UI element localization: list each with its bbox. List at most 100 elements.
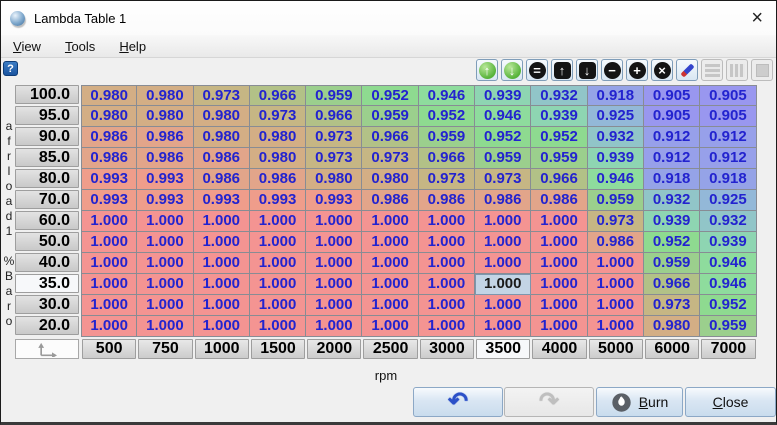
row-header[interactable]: 85.0 (15, 148, 79, 167)
table-cell[interactable]: 0.986 (194, 148, 250, 169)
table-cell[interactable]: 0.932 (531, 85, 587, 106)
col-header[interactable]: 5000 (589, 339, 643, 359)
row-header[interactable]: 20.0 (15, 316, 79, 335)
row-header[interactable]: 90.0 (15, 127, 79, 146)
table-cell[interactable]: 1.000 (137, 316, 193, 337)
table-cell[interactable]: 0.946 (419, 85, 475, 106)
table-cell[interactable]: 1.000 (250, 211, 306, 232)
table-cell[interactable]: 0.952 (362, 85, 418, 106)
table-cell[interactable]: 1.000 (362, 295, 418, 316)
table-cell[interactable]: 0.993 (81, 169, 137, 190)
undo-button[interactable]: ↶ (413, 387, 503, 417)
table-cell[interactable]: 0.966 (644, 274, 700, 295)
increase-button[interactable]: + (626, 59, 648, 81)
table-cell[interactable]: 0.973 (194, 85, 250, 106)
table-cell[interactable]: 0.973 (588, 211, 644, 232)
col-header[interactable]: 1500 (251, 339, 305, 359)
table-cell[interactable]: 0.952 (700, 295, 756, 316)
table-cell[interactable]: 1.000 (531, 295, 587, 316)
table-cell[interactable]: 0.932 (700, 211, 756, 232)
row-header[interactable]: 100.0 (15, 85, 79, 104)
table-cell[interactable]: 0.986 (81, 127, 137, 148)
table-cell[interactable]: 1.000 (306, 295, 362, 316)
table-cell[interactable]: 1.000 (194, 232, 250, 253)
table-cell[interactable]: 1.000 (194, 274, 250, 295)
shift-up-button[interactable]: ↑ (551, 59, 573, 81)
table-cell[interactable]: 1.000 (81, 274, 137, 295)
table-cell[interactable]: 0.912 (700, 148, 756, 169)
table-cell[interactable]: 1.000 (137, 253, 193, 274)
table-cell[interactable]: 1.000 (362, 253, 418, 274)
table-cell[interactable]: 0.946 (475, 106, 531, 127)
table-cell[interactable]: 0.912 (700, 127, 756, 148)
table-cell[interactable]: 0.973 (250, 106, 306, 127)
table-cell[interactable]: 1.000 (194, 316, 250, 337)
table-cell[interactable]: 0.959 (306, 85, 362, 106)
table-cell[interactable]: 0.993 (81, 190, 137, 211)
set-equal-button[interactable]: = (526, 59, 548, 81)
table-cell[interactable]: 0.980 (306, 169, 362, 190)
table-cell[interactable]: 1.000 (475, 316, 531, 337)
table-cell[interactable]: 0.932 (588, 127, 644, 148)
table-cell[interactable]: 0.959 (644, 253, 700, 274)
table-cell[interactable]: 0.986 (362, 190, 418, 211)
table-cell[interactable]: 1.000 (194, 211, 250, 232)
table-cell[interactable]: 0.980 (194, 106, 250, 127)
burn-button[interactable]: Burn (596, 387, 683, 417)
table-cell[interactable]: 0.973 (306, 148, 362, 169)
table-cell[interactable]: 0.993 (137, 190, 193, 211)
table-cell[interactable]: 0.959 (362, 106, 418, 127)
table-cell[interactable]: 1.000 (362, 232, 418, 253)
table-cell[interactable]: 0.966 (531, 169, 587, 190)
table-cell[interactable]: 0.939 (644, 211, 700, 232)
table-cell[interactable]: 1.000 (419, 295, 475, 316)
table-cell[interactable]: 1.000 (419, 253, 475, 274)
table-cell[interactable]: 1.000 (531, 211, 587, 232)
menu-item-view[interactable]: View (7, 36, 51, 57)
col-header[interactable]: 2500 (363, 339, 417, 359)
table-cell[interactable]: 0.966 (362, 127, 418, 148)
close-button[interactable]: Close (685, 387, 776, 417)
table-cell[interactable]: 1.000 (362, 316, 418, 337)
table-cell[interactable]: 1.000 (531, 253, 587, 274)
cancel-button[interactable]: × (651, 59, 673, 81)
table-cell[interactable]: 1.000 (306, 316, 362, 337)
table-cell[interactable]: 0.905 (644, 106, 700, 127)
table-cell[interactable]: 0.973 (362, 148, 418, 169)
table-cell[interactable]: 0.946 (700, 253, 756, 274)
table-cell[interactable]: 1.000 (475, 295, 531, 316)
table-cell[interactable]: 0.993 (306, 190, 362, 211)
table-cell[interactable]: 0.980 (250, 127, 306, 148)
table-cell[interactable]: 0.966 (306, 106, 362, 127)
table-cell[interactable]: 0.986 (137, 148, 193, 169)
table-cell[interactable]: 1.000 (475, 274, 531, 295)
table-cell[interactable]: 1.000 (419, 232, 475, 253)
row-header[interactable]: 35.0 (15, 274, 79, 293)
table-cell[interactable]: 1.000 (250, 253, 306, 274)
table-cell[interactable]: 0.905 (700, 85, 756, 106)
table-cell[interactable]: 1.000 (306, 232, 362, 253)
table-cell[interactable]: 0.959 (588, 190, 644, 211)
table-cell[interactable]: 0.980 (194, 127, 250, 148)
col-header[interactable]: 6000 (645, 339, 699, 359)
table-cell[interactable]: 1.000 (81, 211, 137, 232)
col-header[interactable]: 500 (82, 339, 136, 359)
table-cell[interactable]: 0.980 (250, 148, 306, 169)
table-cell[interactable]: 0.946 (700, 274, 756, 295)
table-cell[interactable]: 0.959 (700, 316, 756, 337)
table-cell[interactable]: 0.966 (250, 85, 306, 106)
table-cell[interactable]: 1.000 (306, 211, 362, 232)
table-cell[interactable]: 1.000 (419, 211, 475, 232)
table-cell[interactable]: 1.000 (588, 316, 644, 337)
table-cell[interactable]: 0.925 (700, 190, 756, 211)
table-cell[interactable]: 0.986 (137, 127, 193, 148)
table-cell[interactable]: 1.000 (419, 316, 475, 337)
row-header[interactable]: 30.0 (15, 295, 79, 314)
table-cell[interactable]: 0.939 (588, 148, 644, 169)
menu-item-tools[interactable]: Tools (59, 36, 105, 57)
table-cell[interactable]: 1.000 (588, 253, 644, 274)
row-header[interactable]: 50.0 (15, 232, 79, 251)
help-icon[interactable]: ? (3, 61, 18, 76)
table-cell[interactable]: 1.000 (531, 316, 587, 337)
table-cell[interactable]: 1.000 (362, 211, 418, 232)
